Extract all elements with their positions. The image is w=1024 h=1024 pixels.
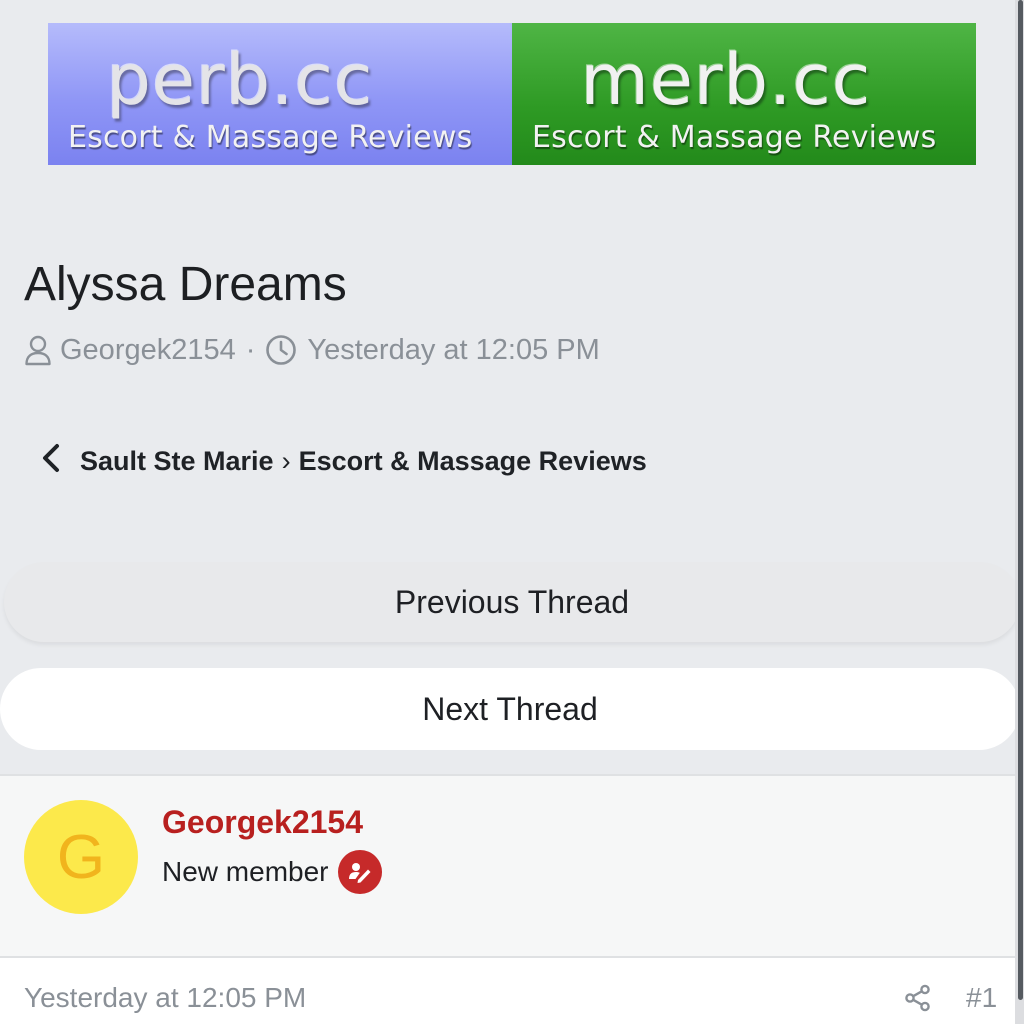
perb-logo: perb.cc	[106, 39, 374, 121]
perb-tagline: Escort & Massage Reviews	[68, 120, 473, 155]
breadcrumb-parent[interactable]: Sault Ste Marie	[80, 446, 274, 477]
perb-banner[interactable]: perb.cc Escort & Massage Reviews	[48, 23, 512, 165]
next-thread-label: Next Thread	[422, 690, 598, 727]
post-username[interactable]: Georgek2154	[162, 804, 363, 841]
thread-meta: Georgek2154 · Yesterday at 12:05 PM	[24, 332, 600, 368]
page: perb.cc Escort & Massage Reviews merb.cc…	[0, 0, 1024, 1024]
merb-logo: merb.cc	[580, 39, 872, 121]
scrollbar-thumb[interactable]	[1018, 0, 1023, 1000]
previous-thread-button[interactable]: Previous Thread	[4, 562, 1020, 642]
post-number-link[interactable]: #1	[966, 982, 997, 1014]
thread-time[interactable]: Yesterday at 12:05 PM	[307, 334, 599, 367]
post-date[interactable]: Yesterday at 12:05 PM	[24, 982, 306, 1014]
share-icon[interactable]	[904, 984, 932, 1017]
site-banner[interactable]: perb.cc Escort & Massage Reviews merb.cc…	[48, 23, 976, 165]
breadcrumb[interactable]: Sault Ste Marie › Escort & Massage Revie…	[40, 440, 647, 482]
post-user-header: G Georgek2154 New member	[0, 774, 1015, 958]
previous-thread-label: Previous Thread	[394, 583, 630, 620]
avatar-letter: G	[56, 822, 106, 892]
breadcrumb-separator: ›	[281, 445, 291, 476]
next-thread-button[interactable]: Next Thread	[0, 668, 1020, 750]
chevron-left-icon[interactable]	[40, 443, 62, 480]
scrollbar[interactable]	[1015, 0, 1024, 1024]
user-icon	[24, 334, 52, 366]
thread-author-link[interactable]: Georgek2154	[60, 334, 236, 367]
member-title-label: New member	[162, 856, 329, 887]
avatar[interactable]: G	[24, 800, 138, 914]
meta-separator: ·	[245, 333, 256, 366]
member-badge-icon	[338, 850, 383, 894]
breadcrumb-current[interactable]: Escort & Massage Reviews	[299, 446, 647, 477]
member-title: New member	[162, 850, 383, 894]
clock-icon	[265, 334, 297, 366]
thread-title: Alyssa Dreams	[24, 258, 347, 311]
post-footer: Yesterday at 12:05 PM #1	[0, 958, 1015, 1024]
merb-tagline: Escort & Massage Reviews	[532, 120, 937, 155]
merb-banner[interactable]: merb.cc Escort & Massage Reviews	[512, 23, 976, 165]
